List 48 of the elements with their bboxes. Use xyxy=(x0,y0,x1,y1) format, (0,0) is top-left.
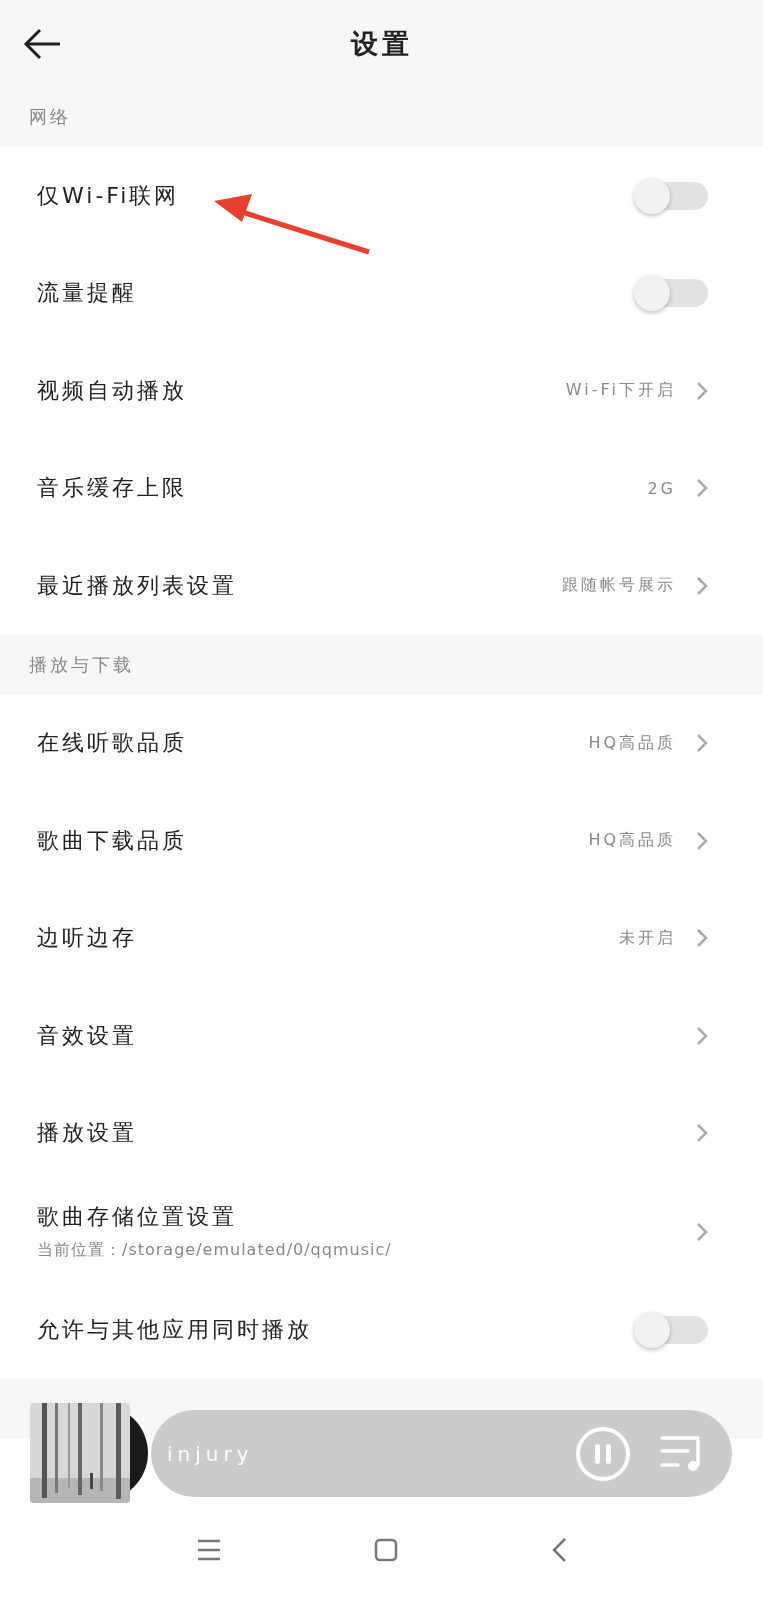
chevron-icon xyxy=(696,1123,708,1144)
settings-row[interactable]: 音乐缓存上限 2G xyxy=(0,439,763,537)
row-value: 未开启 xyxy=(619,927,676,949)
playlist-icon[interactable] xyxy=(660,1434,702,1473)
section-title: 网络 xyxy=(29,105,71,129)
settings-row[interactable]: 视频自动播放 Wi-Fi下开启 xyxy=(0,342,763,440)
home-button[interactable] xyxy=(373,1538,398,1562)
page-title: 设置 xyxy=(350,26,413,61)
settings-row[interactable]: 音效设置 xyxy=(0,987,763,1085)
settings-row[interactable]: 在线听歌品质 HQ高品质 xyxy=(0,694,763,792)
settings-row[interactable]: 最近播放列表设置 跟随帐号展示 xyxy=(0,537,763,635)
chevron-icon xyxy=(696,1025,708,1046)
row-label: 歌曲下载品质 xyxy=(37,826,188,855)
row-value: 2G xyxy=(647,478,676,498)
row-label: 音乐缓存上限 xyxy=(37,474,188,503)
row-label: 边听边存 xyxy=(37,924,138,953)
row-label: 仅Wi-Fi联网 xyxy=(37,181,181,210)
back-nav-button[interactable] xyxy=(550,1537,567,1563)
row-value: 跟随帐号展示 xyxy=(562,575,676,597)
pause-button[interactable] xyxy=(574,1424,632,1483)
settings-row[interactable]: 播放设置 xyxy=(0,1084,763,1182)
settings-row[interactable]: 允许与其他应用同时播放 xyxy=(0,1281,763,1379)
settings-row[interactable]: 流量提醒 xyxy=(0,244,763,342)
chevron-icon xyxy=(696,380,708,401)
section-title: 播放与下载 xyxy=(29,652,134,677)
row-label: 流量提醒 xyxy=(37,279,138,308)
settings-row[interactable]: 歌曲存储位置设置 当前位置：/storage/emulated/0/qqmusic/ xyxy=(0,1182,763,1281)
row-label: 允许与其他应用同时播放 xyxy=(37,1315,313,1344)
chevron-icon xyxy=(696,478,708,499)
row-label: 歌曲存储位置设置 xyxy=(37,1203,238,1231)
row-label: 音效设置 xyxy=(37,1021,138,1050)
menu-button[interactable] xyxy=(196,1539,221,1561)
chevron-icon xyxy=(696,575,708,596)
row-value: HQ高品质 xyxy=(588,732,676,754)
settings-row[interactable]: 歌曲下载品质 HQ高品质 xyxy=(0,792,763,890)
chevron-icon xyxy=(696,1221,708,1242)
row-label: 播放设置 xyxy=(37,1119,138,1148)
row-subtitle: 当前位置：/storage/emulated/0/qqmusic/ xyxy=(37,1240,393,1261)
row-label: 视频自动播放 xyxy=(37,376,188,405)
chevron-icon xyxy=(696,830,708,851)
settings-row[interactable]: 边听边存 未开启 xyxy=(0,889,763,987)
row-value: Wi-Fi下开启 xyxy=(565,380,676,402)
chevron-icon xyxy=(696,928,708,949)
chevron-icon xyxy=(696,733,708,754)
row-label: 最近播放列表设置 xyxy=(37,571,238,600)
row-value: HQ高品质 xyxy=(588,830,676,852)
settings-row[interactable]: 仅Wi-Fi联网 xyxy=(0,147,763,245)
row-label: 在线听歌品质 xyxy=(37,729,188,758)
